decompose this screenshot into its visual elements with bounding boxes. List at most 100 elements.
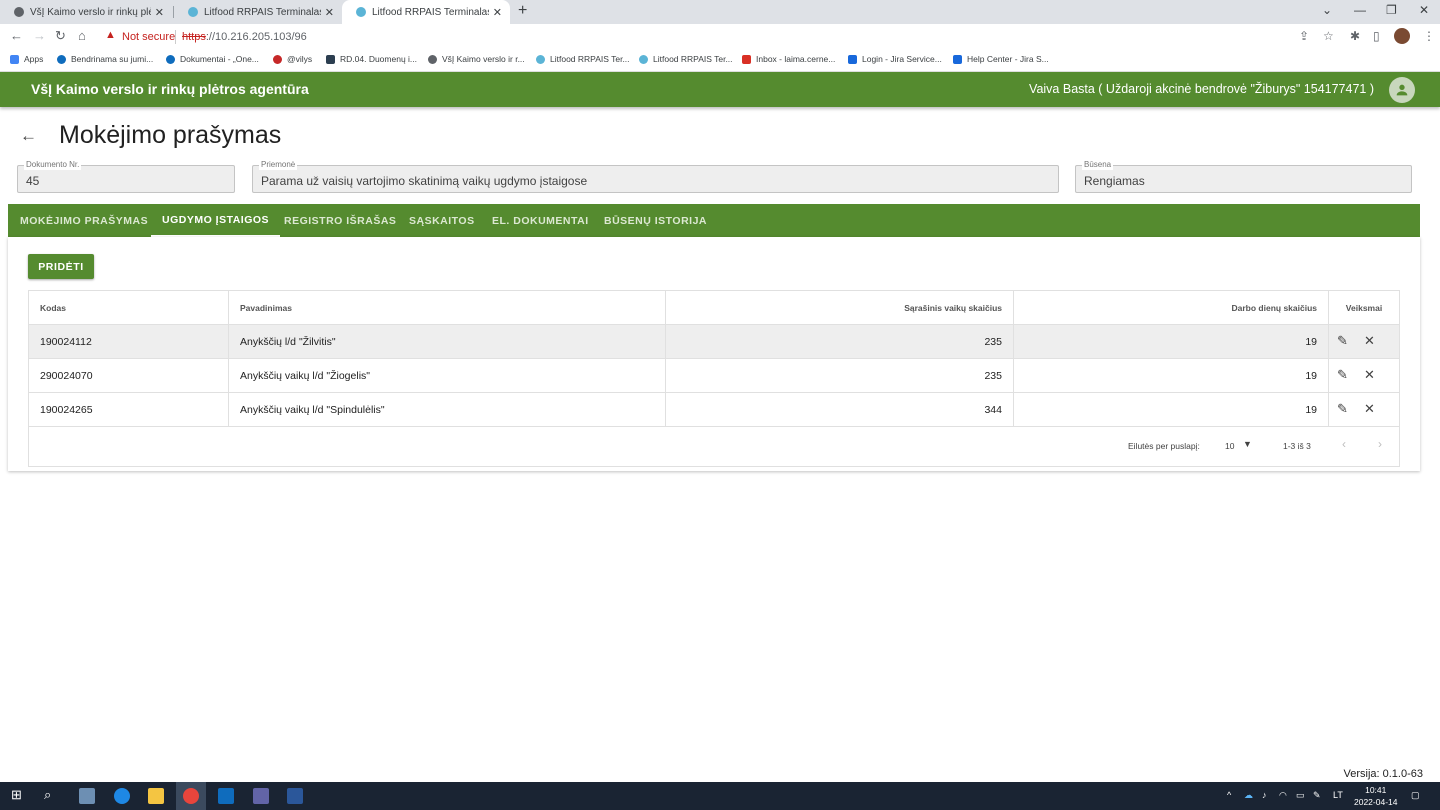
tab-invoices[interactable]: SĄSKAITOS [409, 204, 475, 237]
tab-search-icon[interactable]: ⌄ [1322, 3, 1332, 17]
user-avatar[interactable] [1389, 77, 1415, 103]
settings-app-icon[interactable] [79, 788, 95, 804]
bookmarks-bar: Apps Bendrinama su jumi... Dokumentai - … [0, 50, 1440, 72]
share-icon[interactable]: ⇪ [1299, 29, 1309, 43]
sidepanel-icon[interactable]: ▯ [1373, 29, 1380, 43]
close-icon[interactable]: ✕ [325, 6, 334, 19]
windows-start-icon[interactable]: ⊞ [11, 787, 27, 803]
bookmark-label: Bendrinama su jumi... [71, 54, 154, 64]
notifications-icon[interactable]: ▢ [1411, 790, 1420, 801]
delete-icon[interactable]: ✕ [1364, 401, 1375, 417]
star-icon[interactable]: ☆ [1323, 29, 1334, 43]
column-header-code[interactable]: Kodas [29, 291, 229, 324]
browser-tab-strip: VšĮ Kaimo verslo ir rinkų plėtros ✕ Litf… [0, 0, 1440, 24]
bookmark-label: @vilys [287, 54, 313, 64]
bookmark-item[interactable]: Inbox - laima.cerne... [742, 54, 835, 64]
version-label: Versija: 0.1.0-63 [1343, 768, 1424, 780]
bookmark-item[interactable]: @vilys [273, 54, 312, 64]
bookmark-label: Help Center - Jira S... [967, 54, 1049, 64]
user-name: Vaiva Basta ( Uždaroji akcinė bendrovė "… [1029, 82, 1374, 96]
edit-icon[interactable]: ✎ [1337, 367, 1348, 383]
chrome-icon[interactable] [183, 788, 199, 804]
not-secure-label[interactable]: Not secure [122, 31, 175, 43]
tray-chevron-icon[interactable]: ^ [1227, 790, 1231, 800]
litfood-icon [639, 54, 648, 64]
browser-tab[interactable]: Litfood RRPAIS Terminalas ✕ [174, 0, 342, 24]
dropdown-arrow-icon[interactable]: ▼ [1243, 439, 1252, 449]
bookmark-item[interactable]: Litfood RRPAIS Ter... [639, 54, 733, 64]
bookmark-item[interactable]: Litfood RRPAIS Ter... [536, 54, 630, 64]
measure-field: Priemonė Parama už vaisių vartojimo skat… [252, 160, 1059, 193]
extensions-icon[interactable]: ✱ [1350, 29, 1360, 43]
bookmark-item[interactable]: RD.04. Duomenų i... [326, 54, 417, 64]
cell-days: 19 [1014, 325, 1329, 358]
reload-icon[interactable]: ↻ [55, 28, 66, 44]
tab-e-documents[interactable]: EL. DOKUMENTAI [492, 204, 589, 237]
column-header-name[interactable]: Pavadinimas [229, 291, 666, 324]
next-page-icon[interactable]: › [1378, 437, 1382, 451]
tab-register-extract[interactable]: REGISTRO IŠRAŠAS [284, 204, 396, 237]
delete-icon[interactable]: ✕ [1364, 333, 1375, 349]
url-field[interactable]: https://10.216.205.103/96 [182, 31, 307, 43]
institutions-card: PRIDĖTI Kodas Pavadinimas Sąrašinis vaik… [8, 237, 1420, 471]
clock-date: 2022-04-14 [1354, 797, 1398, 807]
tab-status-history[interactable]: BŪSENŲ ISTORIJA [604, 204, 707, 237]
add-button[interactable]: PRIDĖTI [28, 254, 94, 279]
bookmark-apps[interactable]: Apps [10, 54, 43, 64]
bookmark-item[interactable]: Login - Jira Service... [848, 54, 942, 64]
url-path: ://10.216.205.103/96 [205, 31, 307, 43]
bookmark-item[interactable]: Help Center - Jira S... [953, 54, 1049, 64]
rows-per-page-select[interactable]: 10 [1225, 441, 1234, 451]
language-indicator[interactable]: LT [1333, 790, 1343, 800]
institutions-table: Kodas Pavadinimas Sąrašinis vaikų skaiči… [28, 290, 1400, 467]
onedrive-tray-icon[interactable]: ☁ [1244, 790, 1253, 801]
search-icon[interactable]: ⌕ [44, 787, 60, 803]
app-title[interactable]: VšĮ Kaimo verslo ir rinkų plėtros agentū… [31, 81, 309, 97]
page-title: Mokėjimo prašymas [59, 121, 282, 149]
edit-icon[interactable]: ✎ [1337, 333, 1348, 349]
litfood-icon [536, 54, 545, 64]
browser-menu-icon[interactable]: ⋮ [1423, 29, 1435, 43]
field-label: Priemonė [259, 160, 298, 170]
bookmark-item[interactable]: Bendrinama su jumi... [57, 54, 153, 64]
column-header-children[interactable]: Sąrašinis vaikų skaičius [666, 291, 1014, 324]
close-icon[interactable]: ✕ [493, 6, 502, 19]
clock[interactable]: 10:41 2022-04-14 [1354, 784, 1397, 808]
bookmark-item[interactable]: VšĮ Kaimo verslo ir r... [428, 54, 525, 64]
column-header-days[interactable]: Darbo dienų skaičius [1014, 291, 1329, 324]
window-close-icon[interactable]: ✕ [1419, 3, 1429, 17]
cell-code: 290024070 [29, 359, 229, 392]
close-icon[interactable]: ✕ [155, 6, 164, 19]
maximize-icon[interactable]: ❐ [1386, 3, 1397, 17]
delete-icon[interactable]: ✕ [1364, 367, 1375, 383]
tab-institutions[interactable]: UGDYMO ĮSTAIGOS [151, 204, 281, 237]
field-value: 45 [26, 174, 40, 188]
home-icon[interactable]: ⌂ [78, 28, 86, 43]
wifi-icon[interactable]: ◠ [1279, 790, 1287, 801]
browser-tab[interactable]: VšĮ Kaimo verslo ir rinkų plėtros ✕ [0, 0, 172, 24]
browser-tab-active[interactable]: Litfood RRPAIS Terminalas ✕ [342, 0, 510, 24]
warning-icon: ▲ [105, 29, 116, 41]
profile-avatar[interactable] [1394, 28, 1410, 44]
cell-code: 190024265 [29, 393, 229, 426]
outlook-icon[interactable] [218, 788, 234, 804]
back-arrow-icon[interactable]: ← [20, 126, 37, 146]
teams-icon[interactable] [253, 788, 269, 804]
forward-icon[interactable]: → [33, 28, 46, 43]
word-icon[interactable] [287, 788, 303, 804]
tab-payment-request[interactable]: MOKĖJIMO PRAŠYMAS [20, 204, 148, 237]
edit-icon[interactable]: ✎ [1337, 401, 1348, 417]
back-icon[interactable]: ← [10, 28, 23, 43]
bookmark-label: Login - Jira Service... [862, 54, 942, 64]
minimize-icon[interactable]: — [1354, 3, 1366, 17]
prev-page-icon[interactable]: ‹ [1342, 437, 1346, 451]
battery-icon[interactable]: ▭ [1296, 790, 1305, 801]
pen-icon[interactable]: ✎ [1313, 790, 1321, 801]
row-divider [29, 426, 1399, 427]
file-explorer-icon[interactable] [148, 788, 164, 804]
bookmark-item[interactable]: Dokumentai - „One... [166, 54, 259, 64]
volume-icon[interactable]: ♪ [1262, 790, 1267, 800]
address-bar: ← → ↻ ⌂ ▲ Not secure https://10.216.205.… [0, 24, 1440, 50]
edge-icon[interactable] [114, 788, 130, 804]
new-tab-icon[interactable]: + [518, 2, 527, 20]
